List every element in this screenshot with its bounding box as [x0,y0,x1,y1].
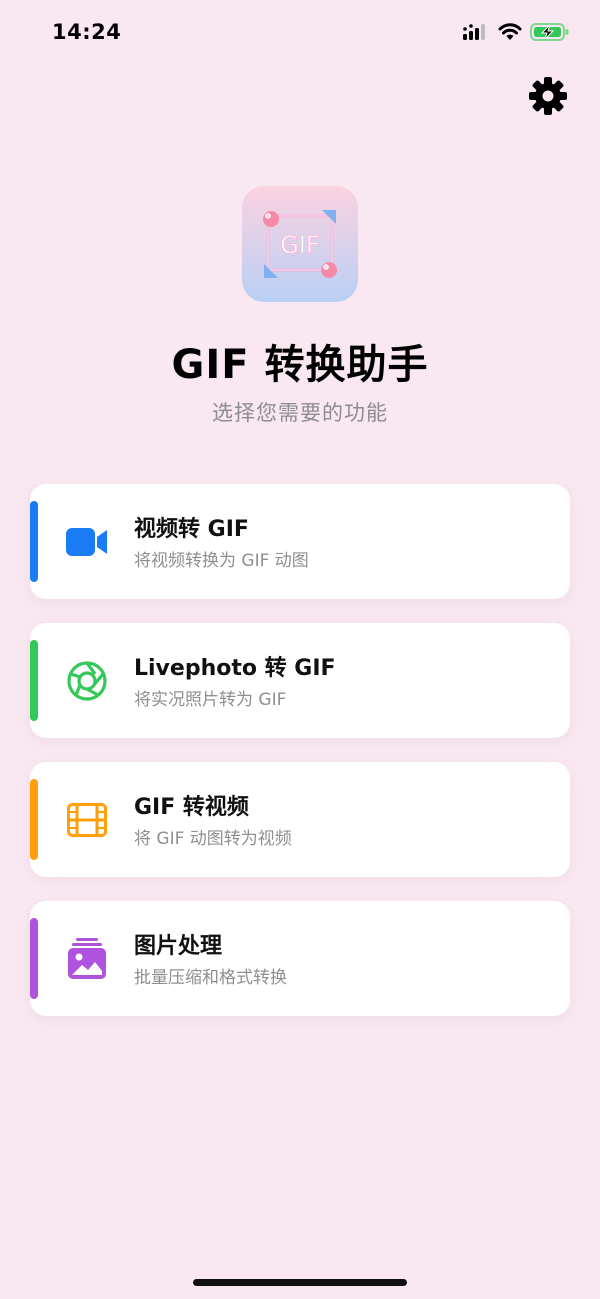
app-title: GIF 转换助手 [171,342,429,388]
feature-card-image-processing[interactable]: 图片处理 批量压缩和格式转换 [30,901,570,1016]
card-title: 图片处理 [134,934,223,959]
status-bar: 14:24 [0,0,600,66]
app-icon: GIF [242,186,358,302]
settings-button[interactable] [526,76,570,120]
feature-card-livephoto-to-gif[interactable]: Livephoto 转 GIF 将实况照片转为 GIF [30,623,570,738]
home-indicator[interactable] [193,1279,407,1286]
live-photo-icon [66,660,108,702]
status-time: 14:24 [52,20,122,44]
feature-card-gif-to-video[interactable]: GIF 转视频 将 GIF 动图转为视频 [30,762,570,877]
photo-stack-icon [66,938,108,980]
feature-card-video-to-gif[interactable]: 视频转 GIF 将视频转换为 GIF 动图 [30,484,570,599]
card-title: Livephoto 转 GIF [134,656,336,681]
cellular-signal-icon [462,22,488,46]
battery-charging-icon [530,22,570,46]
card-description: 将 GIF 动图转为视频 [134,829,292,849]
card-accent-bar [30,918,38,999]
film-icon [66,799,108,841]
app-subtitle: 选择您需要的功能 [212,401,388,425]
card-title: 视频转 GIF [134,517,249,542]
card-accent-bar [30,501,38,582]
card-accent-bar [30,779,38,860]
card-description: 将视频转换为 GIF 动图 [134,551,309,571]
gear-icon [528,76,568,120]
video-camera-icon [66,521,108,563]
card-title: GIF 转视频 [134,795,249,820]
card-description: 批量压缩和格式转换 [134,968,287,988]
app-icon-text: GIF [280,231,319,259]
card-description: 将实况照片转为 GIF [134,690,287,710]
wifi-icon [498,22,522,46]
card-accent-bar [30,640,38,721]
